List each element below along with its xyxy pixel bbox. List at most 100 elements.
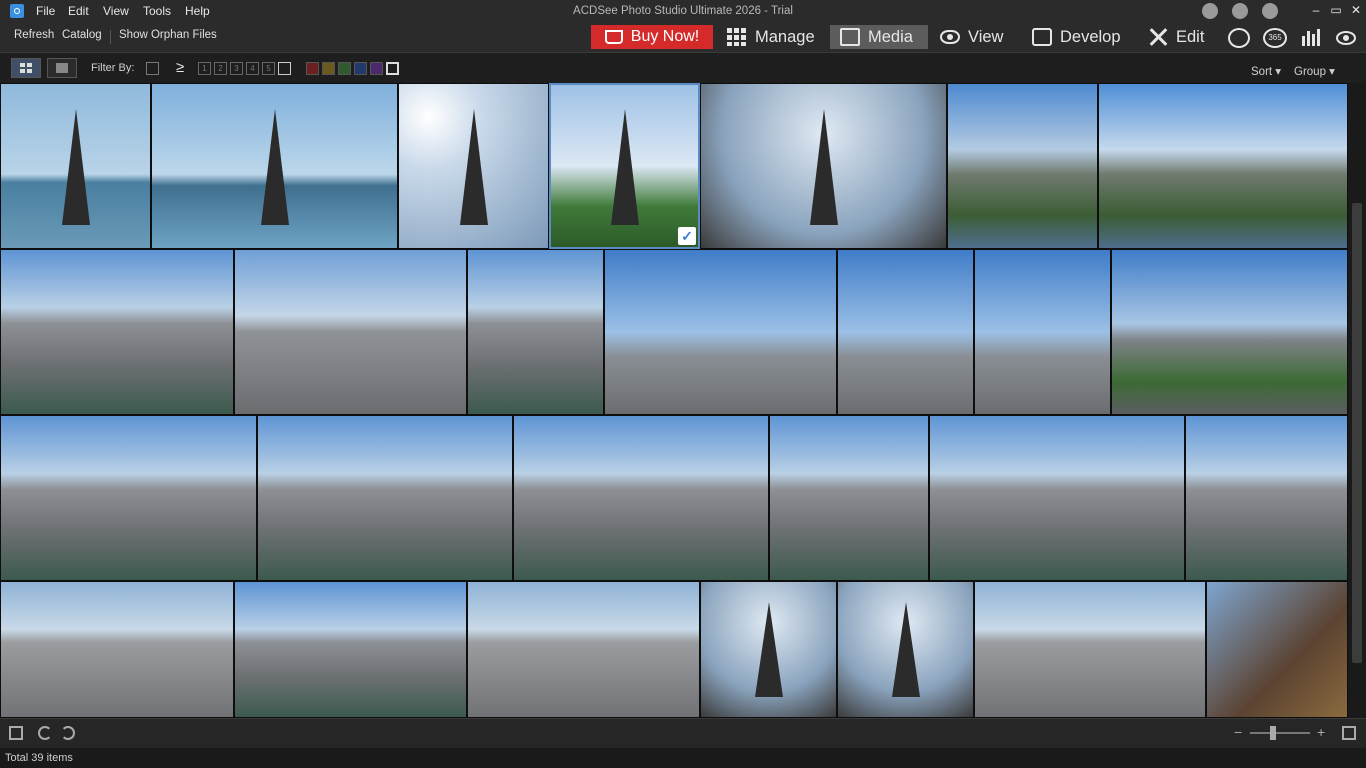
thumbnail[interactable] xyxy=(0,83,151,249)
rating-3[interactable]: 3 xyxy=(230,62,243,75)
mode-develop[interactable]: Develop xyxy=(1022,25,1134,49)
thumbnail[interactable] xyxy=(467,249,604,415)
mode-manage-label: Manage xyxy=(755,27,815,46)
greater-equal-symbol: ≥ xyxy=(176,59,185,76)
mode-media[interactable]: Media xyxy=(830,25,928,49)
rating-4[interactable]: 4 xyxy=(246,62,259,75)
status-bar: Total 39 items xyxy=(0,748,1366,768)
rating-2[interactable]: 2 xyxy=(214,62,227,75)
panel-toggle-icon[interactable] xyxy=(9,726,23,740)
thumbnail[interactable] xyxy=(604,249,837,415)
thumbnail[interactable] xyxy=(257,415,513,581)
filter-toolbar: Filter By: ≥ 1 2 3 4 5 Sort ▾ Group ▾ xyxy=(0,52,1366,84)
thumbnail[interactable] xyxy=(974,581,1206,718)
show-orphan-files-link[interactable]: Show Orphan Files xyxy=(119,29,217,41)
mode-view[interactable]: View xyxy=(930,25,1018,49)
right-panel-toggle-icon[interactable] xyxy=(1342,726,1356,740)
tower-shape xyxy=(459,108,488,225)
thumbnail[interactable] xyxy=(1185,415,1348,581)
grid-icon xyxy=(727,28,747,46)
sort-dropdown[interactable]: Sort ▾ xyxy=(1251,64,1281,78)
dashboard-icon[interactable] xyxy=(1300,28,1322,48)
notification-icon[interactable] xyxy=(1202,3,1218,19)
thumbnail[interactable] xyxy=(1206,581,1348,718)
thumbnail[interactable] xyxy=(513,415,769,581)
thumbnail[interactable] xyxy=(1098,83,1348,249)
thumbnail[interactable] xyxy=(700,83,947,249)
rating-5[interactable]: 5 xyxy=(262,62,275,75)
color-label-yellow[interactable] xyxy=(322,62,335,75)
mode-manage[interactable]: Manage xyxy=(717,25,827,49)
thumbnail[interactable] xyxy=(974,249,1111,415)
filter-checkbox[interactable] xyxy=(146,62,159,75)
minimize-button[interactable]: – xyxy=(1306,3,1326,17)
thumbnail[interactable] xyxy=(0,249,234,415)
media-icon xyxy=(840,28,860,46)
online-icon[interactable] xyxy=(1335,28,1357,48)
rating-clear-icon[interactable] xyxy=(278,62,291,75)
develop-icon xyxy=(1032,28,1052,46)
rotate-left-icon[interactable] xyxy=(38,726,52,740)
thumbnail-view-button[interactable] xyxy=(11,58,41,78)
bottom-toolbar: − + xyxy=(0,718,1366,749)
thumbnail[interactable] xyxy=(0,581,234,718)
thumbnail[interactable] xyxy=(0,415,257,581)
scrollbar-thumb[interactable] xyxy=(1352,203,1362,663)
thumbnail[interactable] xyxy=(929,415,1185,581)
thumbnail[interactable] xyxy=(1111,249,1348,415)
zoom-slider[interactable] xyxy=(1250,732,1310,734)
thumbnail[interactable] xyxy=(151,83,398,249)
zoom-slider-handle[interactable] xyxy=(1270,726,1276,740)
cart-icon xyxy=(604,30,623,44)
thumbnail[interactable] xyxy=(837,581,974,718)
360-icon[interactable]: 365 xyxy=(1263,28,1287,48)
divider xyxy=(110,30,111,44)
thumbnail[interactable]: ✓ xyxy=(549,83,700,249)
mode-edit[interactable]: Edit xyxy=(1138,25,1220,49)
zoom-in-button[interactable]: + xyxy=(1317,724,1325,740)
thumbnail[interactable] xyxy=(398,83,549,249)
status-total-items: Total 39 items xyxy=(5,752,73,764)
color-label-clear-icon[interactable] xyxy=(386,62,399,75)
vertical-scrollbar[interactable] xyxy=(1348,83,1366,718)
color-label-blue[interactable] xyxy=(354,62,367,75)
tower-shape xyxy=(809,108,838,225)
color-label-purple[interactable] xyxy=(370,62,383,75)
mode-media-label: Media xyxy=(868,27,913,46)
mode-edit-label: Edit xyxy=(1176,27,1205,46)
thumbnail-gallery: ✓ xyxy=(0,83,1348,718)
account-icon[interactable] xyxy=(1262,3,1278,19)
eye-icon xyxy=(940,30,960,44)
buy-now-button[interactable]: Buy Now! xyxy=(591,25,713,49)
buy-now-label: Buy Now! xyxy=(630,28,700,45)
thumbnail[interactable] xyxy=(837,249,974,415)
thumbnail[interactable] xyxy=(234,249,467,415)
filter-by-label: Filter By: xyxy=(91,62,135,74)
mode-bar: Refresh Catalog Show Orphan Files Buy No… xyxy=(0,22,1366,52)
close-button[interactable]: ✕ xyxy=(1346,3,1366,17)
color-label-green[interactable] xyxy=(338,62,351,75)
mode-develop-label: Develop xyxy=(1060,27,1121,46)
single-view-button[interactable] xyxy=(47,58,77,78)
window-title: ACDSee Photo Studio Ultimate 2026 - Tria… xyxy=(573,5,793,17)
refresh-link[interactable]: Refresh xyxy=(14,29,54,41)
rating-1[interactable]: 1 xyxy=(198,62,211,75)
tower-shape xyxy=(61,108,90,225)
catalog-link[interactable]: Catalog xyxy=(62,29,102,41)
thumbnail[interactable] xyxy=(769,415,929,581)
tower-shape xyxy=(891,602,920,698)
thumbnail[interactable] xyxy=(234,581,467,718)
thumbnail[interactable] xyxy=(700,581,837,718)
edit-icon xyxy=(1148,28,1168,46)
thumbnail[interactable] xyxy=(467,581,700,718)
selected-check-icon[interactable]: ✓ xyxy=(678,227,696,245)
people-icon[interactable] xyxy=(1228,28,1250,48)
tower-shape xyxy=(610,109,639,226)
rotate-right-icon[interactable] xyxy=(61,726,75,740)
zoom-out-button[interactable]: − xyxy=(1234,724,1242,740)
thumbnail[interactable] xyxy=(947,83,1098,249)
group-dropdown[interactable]: Group ▾ xyxy=(1294,64,1335,78)
color-label-red[interactable] xyxy=(306,62,319,75)
maximize-button[interactable]: ▭ xyxy=(1326,3,1346,17)
alerts-icon[interactable] xyxy=(1232,3,1248,19)
